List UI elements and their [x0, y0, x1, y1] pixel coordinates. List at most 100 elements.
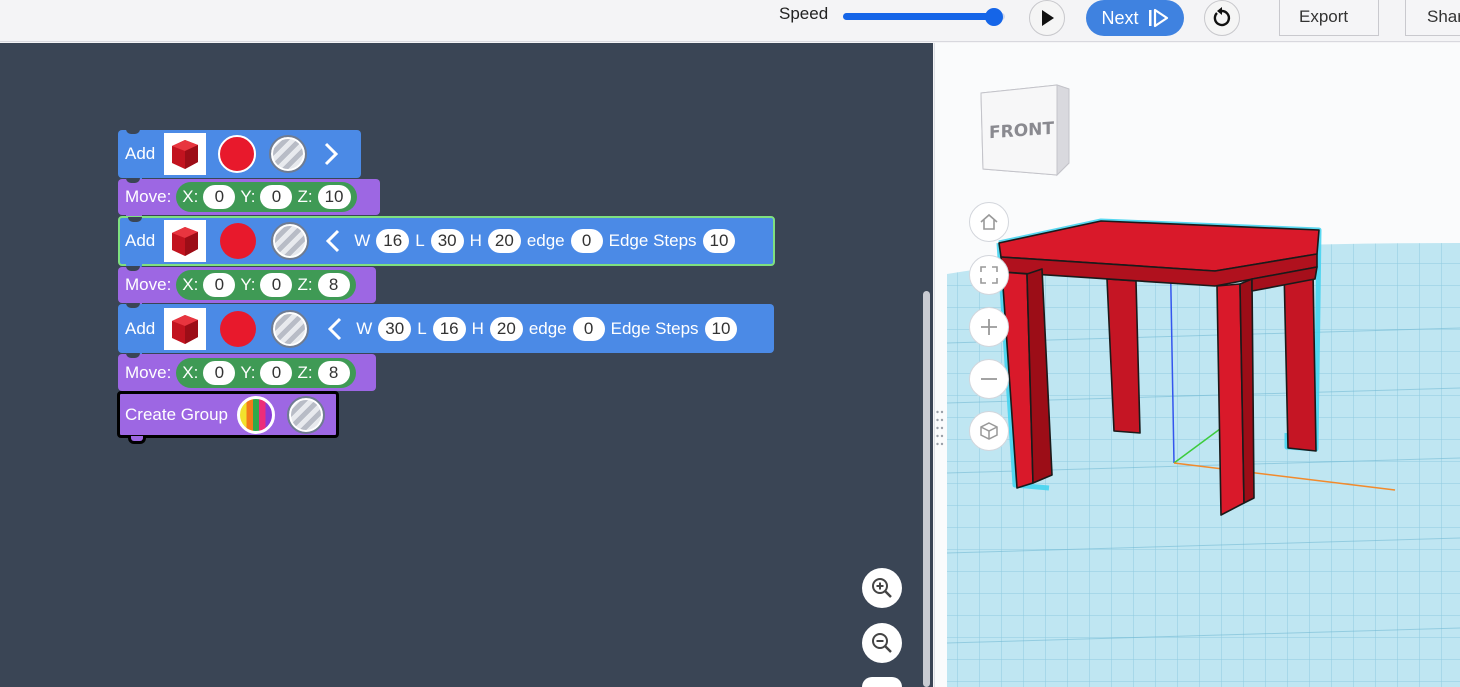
move-block-label: Move:: [125, 275, 172, 294]
x-value-input[interactable]: 0: [203, 273, 236, 297]
edge-steps-label: Edge Steps: [608, 231, 697, 250]
position-input-group: X: 0 Y: 0 Z: 10: [176, 182, 357, 212]
perspective-toggle-button[interactable]: [969, 411, 1009, 451]
fit-icon: [980, 266, 998, 284]
edge-input[interactable]: 0: [572, 316, 605, 341]
move-block-label: Move:: [125, 362, 172, 382]
hole-swatch[interactable]: [269, 135, 308, 173]
toolbar: Speed Next Export Shar: [0, 0, 1460, 42]
reset-button[interactable]: [1204, 0, 1240, 36]
cube-icon: [172, 227, 199, 256]
perspective-icon: [980, 422, 998, 440]
add-block-label: Add: [125, 144, 156, 163]
move-block[interactable]: Move: X: 0 Y: 0 Z: 8: [118, 353, 376, 397]
minus-icon: [981, 378, 997, 380]
hole-swatch[interactable]: [287, 395, 325, 434]
speed-slider-thumb[interactable]: [984, 8, 1003, 26]
plus-icon: [981, 319, 997, 335]
collapse-button[interactable]: [319, 229, 347, 253]
color-swatch-red[interactable]: [220, 310, 257, 347]
y-label: Y:: [240, 362, 256, 382]
zoom-out-view-button[interactable]: [969, 359, 1009, 399]
z-label: Z:: [297, 187, 313, 206]
next-step-icon: [1148, 8, 1168, 28]
y-value-input[interactable]: 0: [260, 360, 293, 385]
add-block-label: Add: [125, 318, 156, 338]
panel-resize-handle[interactable]: [935, 408, 945, 450]
share-button[interactable]: Shar: [1405, 0, 1460, 36]
create-group-block[interactable]: Create Group: [117, 391, 339, 444]
shape-box-tile[interactable]: [164, 133, 207, 175]
z-value-input[interactable]: 8: [317, 273, 350, 297]
speed-slider-fill: [843, 13, 994, 20]
hole-swatch[interactable]: [271, 309, 310, 348]
3d-viewport[interactable]: FRONT: [934, 43, 1460, 687]
hole-swatch[interactable]: [271, 222, 310, 260]
width-input[interactable]: 16: [376, 229, 410, 253]
length-label: L: [415, 231, 425, 250]
collapse-button[interactable]: [321, 317, 349, 341]
width-label: W: [356, 318, 373, 338]
y-value-input[interactable]: 0: [260, 273, 293, 297]
position-input-group: X: 0 Y: 0 Z: 8: [176, 357, 356, 388]
height-label: H: [471, 318, 484, 338]
length-label: L: [417, 318, 427, 338]
z-label: Z:: [297, 362, 313, 382]
chevron-right-icon: [325, 142, 339, 166]
y-label: Y:: [240, 187, 256, 206]
length-input[interactable]: 16: [432, 316, 466, 341]
edge-input[interactable]: 0: [570, 229, 603, 253]
home-icon: [980, 213, 998, 230]
next-button-label: Next: [1101, 7, 1139, 28]
edge-steps-input[interactable]: 10: [702, 229, 736, 253]
cube-icon: [172, 140, 199, 169]
color-swatch-red[interactable]: [218, 135, 257, 173]
edge-steps-input[interactable]: 10: [704, 316, 738, 341]
play-button[interactable]: [1029, 0, 1065, 36]
z-value-input[interactable]: 8: [317, 360, 350, 385]
shape-box-tile[interactable]: [164, 307, 207, 350]
edge-label: edge: [526, 231, 565, 250]
export-button[interactable]: Export: [1279, 0, 1379, 36]
fit-view-button[interactable]: [969, 255, 1009, 295]
workspace-scrollbar[interactable]: [923, 291, 930, 687]
edge-steps-label: Edge Steps: [610, 318, 699, 338]
expand-button[interactable]: [317, 142, 345, 166]
z-label: Z:: [297, 275, 313, 294]
height-label: H: [469, 231, 482, 250]
speed-slider[interactable]: [843, 8, 1005, 26]
x-label: X:: [182, 362, 199, 382]
width-label: W: [354, 231, 371, 250]
home-view-button[interactable]: [969, 202, 1009, 242]
length-input[interactable]: 30: [430, 229, 464, 253]
move-block[interactable]: Move: X: 0 Y: 0 Z: 10: [118, 178, 380, 221]
move-block-label: Move:: [125, 187, 172, 206]
speed-label: Speed: [779, 4, 829, 23]
multicolor-swatch[interactable]: [237, 395, 275, 434]
add-block-selected[interactable]: Add W 16 L 30 H 20 edge 0 Edge Steps 10: [118, 216, 775, 270]
move-block[interactable]: Move: X: 0 Y: 0 Z: 8: [118, 266, 376, 309]
add-block-label: Add: [125, 231, 156, 250]
z-value-input[interactable]: 10: [317, 185, 351, 209]
zoom-out-button[interactable]: [862, 623, 902, 663]
add-block[interactable]: Add W 30 L 16 H 20 edge 0 Edge Steps 10: [118, 303, 774, 359]
height-input[interactable]: 20: [489, 316, 523, 341]
width-input[interactable]: 30: [378, 316, 412, 341]
zoom-out-icon: [872, 633, 892, 653]
color-swatch-red[interactable]: [220, 223, 257, 259]
x-value-input[interactable]: 0: [203, 185, 236, 209]
zoom-in-button[interactable]: [862, 568, 902, 608]
next-button[interactable]: Next: [1086, 0, 1184, 36]
add-block[interactable]: Add: [118, 129, 361, 184]
zoom-in-view-button[interactable]: [969, 307, 1009, 347]
cube-icon: [172, 314, 199, 344]
x-label: X:: [182, 275, 199, 294]
x-value-input[interactable]: 0: [203, 360, 236, 385]
position-input-group: X: 0 Y: 0 Z: 8: [176, 270, 356, 300]
reset-zoom-button[interactable]: [862, 677, 902, 687]
shape-box-tile[interactable]: [164, 220, 207, 262]
y-value-input[interactable]: 0: [260, 185, 293, 209]
height-input[interactable]: 20: [487, 229, 521, 253]
reset-icon: [1213, 7, 1231, 27]
create-group-label: Create Group: [125, 404, 228, 424]
